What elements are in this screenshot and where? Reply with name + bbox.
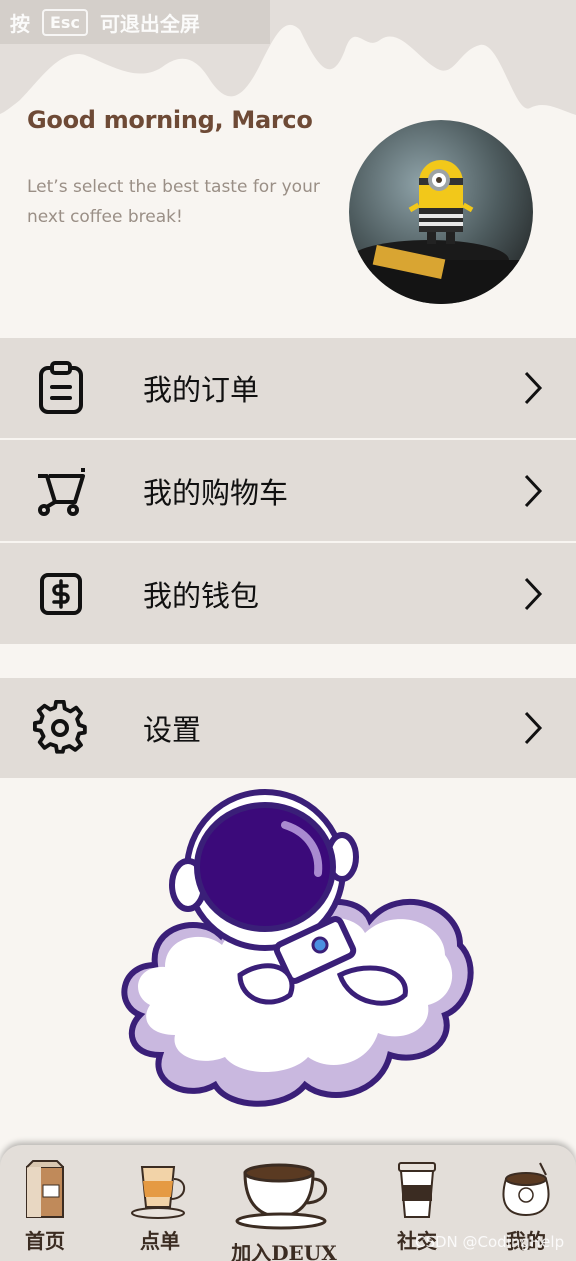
coffee-bag-icon (26, 1160, 64, 1218)
takeaway-cup-icon (398, 1162, 436, 1218)
tab-order[interactable]: 点单 (123, 1145, 197, 1261)
tab-label: 加入DEUX (231, 1241, 337, 1261)
wallet-dollar-icon (30, 563, 92, 625)
avatar[interactable] (349, 120, 533, 304)
tab-label: 首页 (25, 1229, 65, 1253)
menu-item-label: 我的购物车 (143, 475, 289, 510)
menu-item-label: 我的订单 (143, 373, 260, 407)
account-menu: 我的订单 我的购物车 我的钱包 (0, 338, 576, 644)
chevron-right-icon (524, 474, 543, 507)
watermark: CSDN @CodingHelp (415, 1233, 565, 1251)
chevron-right-icon (524, 711, 543, 745)
tab-label: 点单 (140, 1229, 180, 1253)
menu-item-label: 我的钱包 (143, 578, 260, 613)
menu-item-orders[interactable]: 我的订单 (0, 338, 576, 438)
menu-item-label: 设置 (143, 713, 202, 747)
hint-prefix: 按 (10, 11, 30, 36)
latte-glass-icon (131, 1166, 186, 1219)
minion-avatar-image (349, 120, 533, 304)
menu-item-settings[interactable]: 设置 (0, 678, 576, 778)
astronaut-on-cloud-illustration (121, 789, 474, 1107)
clipboard-icon (30, 357, 92, 419)
chevron-right-icon (524, 371, 543, 405)
tab-join-deux[interactable]: 加入DEUX (228, 1145, 340, 1261)
chevron-right-icon (524, 577, 543, 610)
menu-item-wallet[interactable]: 我的钱包 (0, 541, 576, 644)
menu-item-cart[interactable]: 我的购物车 (0, 438, 576, 541)
greeting-title: Good morning, Marco (27, 106, 313, 134)
coffee-cup-icon (235, 1163, 328, 1230)
coffee-sack-icon (502, 1162, 550, 1217)
fullscreen-hint: 按 Esc 可退出全屏 (0, 0, 270, 44)
greeting-subtitle: Let’s select the best taste for your nex… (27, 177, 320, 227)
esc-key: Esc (42, 8, 88, 36)
gear-icon (30, 697, 92, 759)
cart-icon (30, 460, 92, 522)
tab-home[interactable]: 首页 (12, 1145, 78, 1261)
settings-menu: 设置 (0, 678, 576, 778)
hint-suffix: 可退出全屏 (99, 11, 200, 36)
